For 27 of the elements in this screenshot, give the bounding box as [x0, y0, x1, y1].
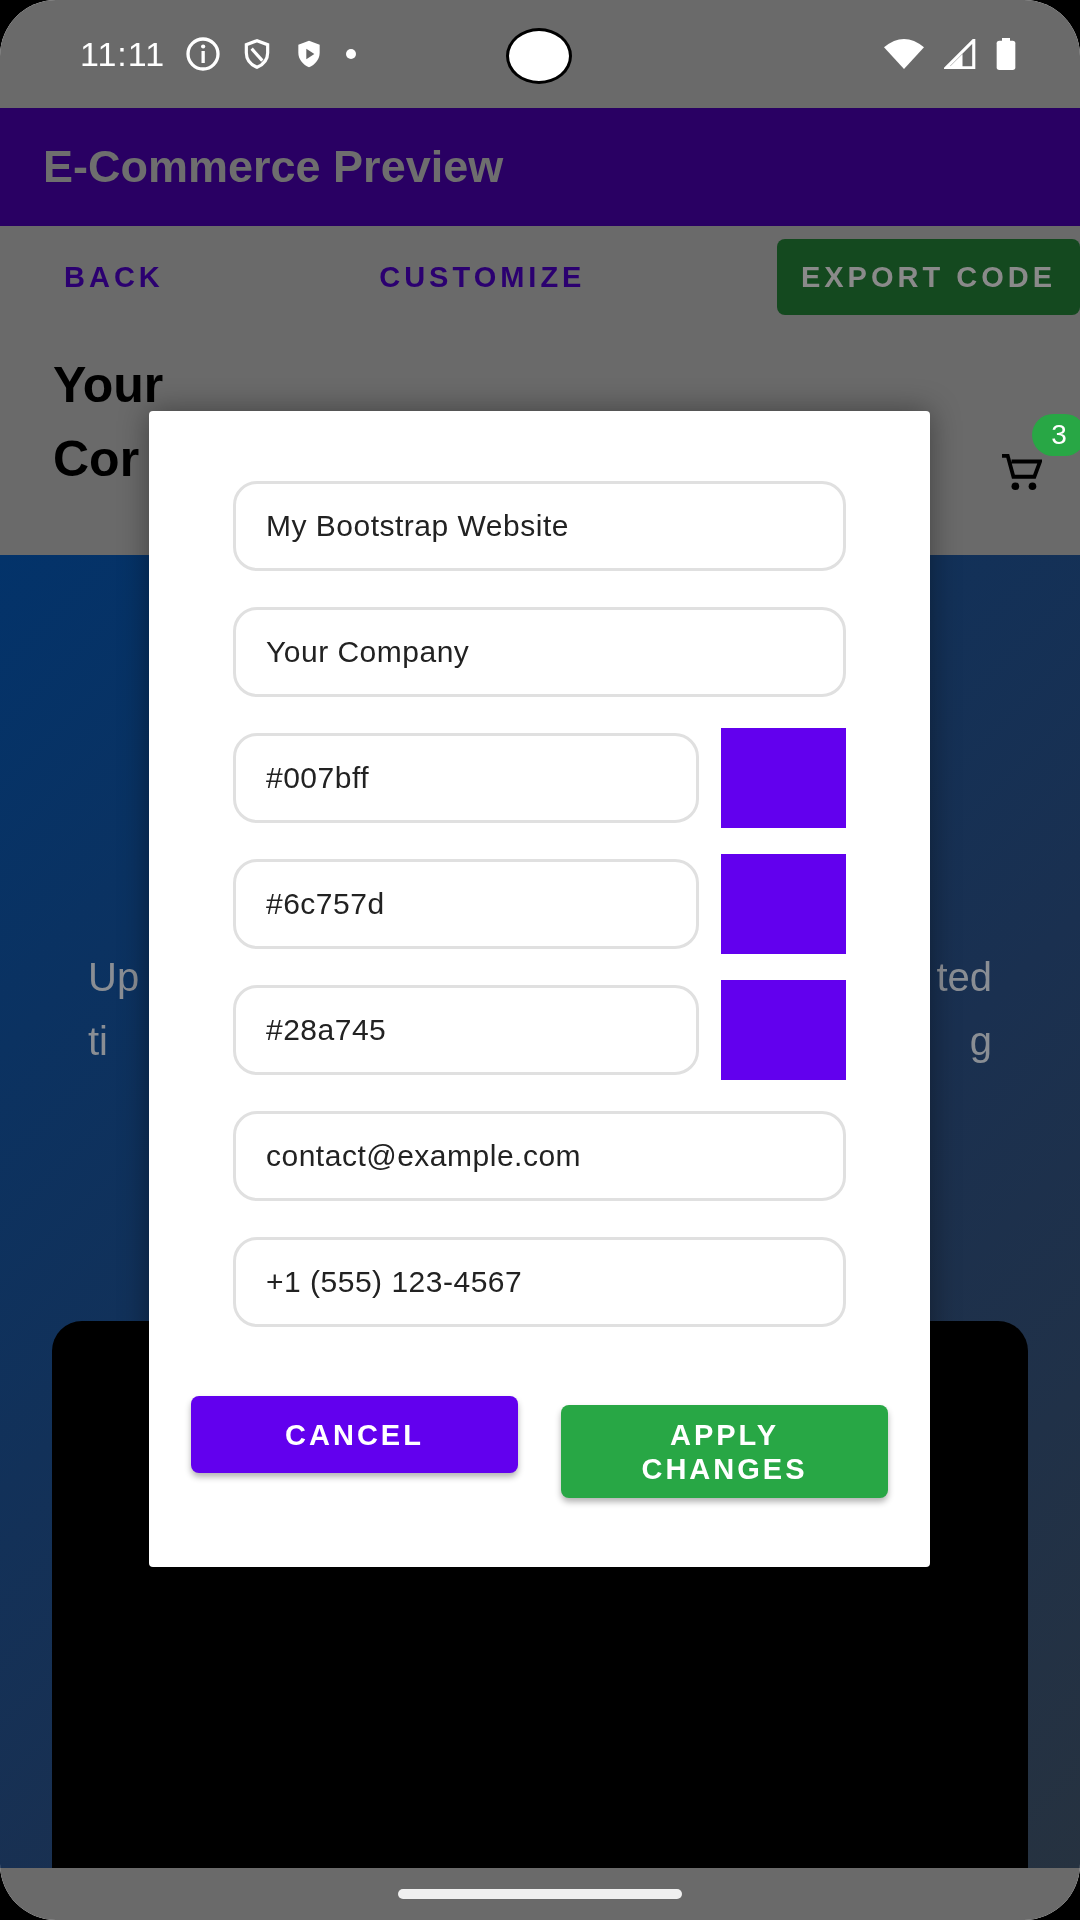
hero-text: Up	[88, 954, 140, 1000]
color-swatch[interactable]	[721, 980, 846, 1080]
color-swatch[interactable]	[721, 728, 846, 828]
color-field[interactable]: #007bff	[233, 733, 699, 823]
color-field[interactable]: #6c757d	[233, 859, 699, 949]
hero-text: ted	[936, 954, 992, 1000]
page-title: Your	[53, 360, 164, 410]
input-field[interactable]: contact@example.com	[233, 1111, 846, 1201]
cancel-button[interactable]: CANCEL	[191, 1396, 518, 1473]
status-time: 11:11	[80, 34, 166, 74]
input-field[interactable]: My Bootstrap Website	[233, 481, 846, 571]
hero-text: g	[969, 1018, 992, 1064]
color-swatch[interactable]	[721, 854, 846, 954]
info-icon	[185, 36, 222, 72]
battery-icon	[996, 38, 1016, 70]
input-field[interactable]: +1 (555) 123-4567	[233, 1237, 846, 1327]
app-title: E-Commerce Preview	[43, 141, 504, 193]
page-title: Cor	[53, 434, 141, 484]
cart-badge: 3	[1032, 414, 1080, 456]
color-field[interactable]: #28a745	[233, 985, 699, 1075]
dot-icon	[345, 48, 358, 60]
wifi-icon	[884, 39, 924, 69]
signal-icon	[944, 39, 976, 69]
home-handle[interactable]	[398, 1889, 682, 1899]
input-field[interactable]: Your Company	[233, 607, 846, 697]
hero-text: ti	[88, 1018, 108, 1064]
cart-icon[interactable]	[1002, 452, 1042, 492]
